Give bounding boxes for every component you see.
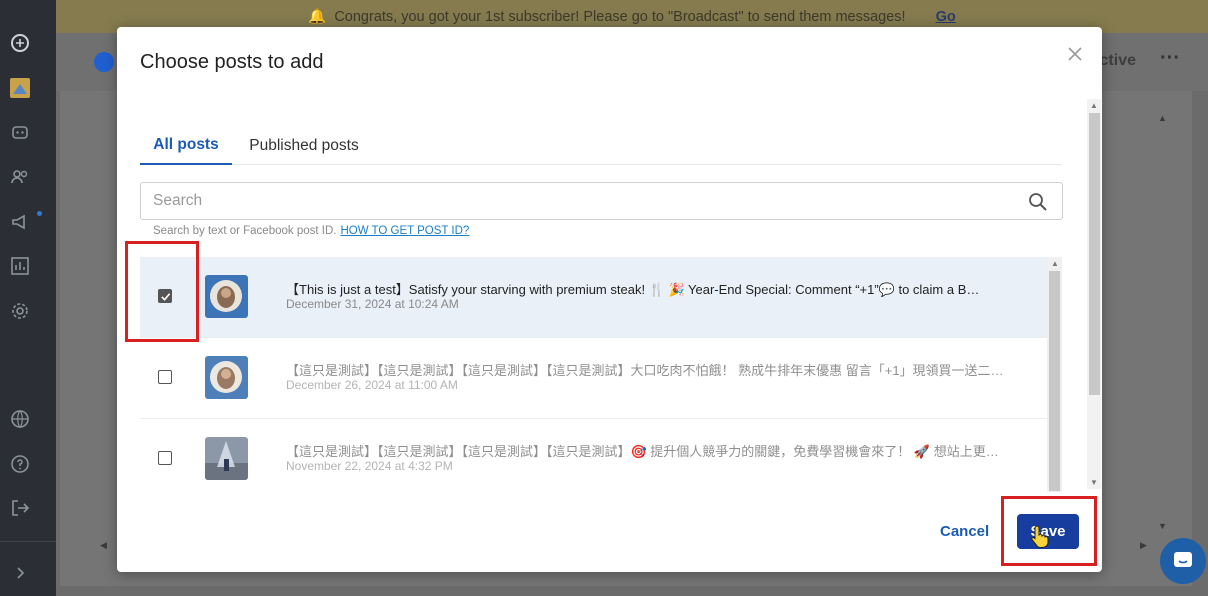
post-text: 【這只是測試】【這只是測試】【這只是測試】【這只是測試】大口吃肉不怕餓！ 熟成牛… bbox=[286, 363, 1004, 378]
bg-scroll-right-icon: ▶ bbox=[1140, 540, 1147, 550]
post-row[interactable]: 【這只是測試】【這只是測試】【這只是測試】【這只是測試】大口吃肉不怕餓！ 熟成牛… bbox=[140, 338, 1047, 419]
notification-dot bbox=[37, 211, 42, 216]
post-text: 【這只是測試】【這只是測試】【這只是測試】【這只是測試】🎯 提升個人競爭力的關鍵… bbox=[286, 444, 999, 459]
choose-posts-modal: Choose posts to add ▲ ▼ All posts Publis… bbox=[117, 27, 1102, 572]
more-options-icon[interactable]: ··· bbox=[1160, 47, 1180, 70]
tab-all-posts[interactable]: All posts bbox=[140, 127, 232, 165]
expand-icon[interactable] bbox=[9, 562, 31, 584]
bg-scroll-down-icon: ▼ bbox=[1158, 521, 1167, 531]
close-button[interactable] bbox=[1064, 43, 1086, 65]
post-date: November 22, 2024 at 4:32 PM bbox=[286, 459, 453, 473]
banner-go-link[interactable]: Go bbox=[936, 9, 956, 25]
analytics-icon[interactable] bbox=[9, 255, 31, 277]
broadcast-icon[interactable] bbox=[9, 211, 31, 233]
modal-title: Choose posts to add bbox=[140, 51, 324, 73]
post-text: 【This is just a test】Satisfy your starvi… bbox=[286, 282, 980, 297]
save-highlight-box bbox=[1001, 496, 1097, 566]
search-box bbox=[140, 182, 1063, 220]
logout-icon[interactable] bbox=[9, 497, 31, 519]
logo-icon[interactable] bbox=[9, 32, 31, 54]
app-sidebar bbox=[0, 0, 56, 596]
users-icon[interactable] bbox=[9, 166, 31, 188]
list-scroll-thumb[interactable] bbox=[1049, 271, 1060, 491]
post-date: December 31, 2024 at 10:24 AM bbox=[286, 297, 459, 311]
bg-scroll-up-icon: ▲ bbox=[1158, 113, 1167, 123]
post-tabs: All posts Published posts bbox=[140, 127, 1062, 165]
status-active-text: ctive bbox=[1099, 52, 1136, 69]
globe-icon[interactable] bbox=[9, 408, 31, 430]
messenger-icon bbox=[94, 52, 114, 72]
modal-scroll-thumb[interactable] bbox=[1089, 113, 1100, 395]
help-icon[interactable] bbox=[9, 453, 31, 475]
banner-message: Congrats, you got your 1st subscriber! P… bbox=[334, 8, 906, 25]
search-help: Search by text or Facebook post ID. HOW T… bbox=[153, 225, 469, 237]
search-icon[interactable] bbox=[1028, 192, 1048, 212]
chat-icon bbox=[1174, 552, 1192, 567]
list-scroll-up-icon[interactable]: ▲ bbox=[1051, 259, 1059, 268]
post-checkbox[interactable] bbox=[158, 370, 172, 384]
post-thumbnail bbox=[205, 275, 248, 318]
scroll-up-icon[interactable]: ▲ bbox=[1090, 101, 1098, 110]
avatar-icon[interactable] bbox=[9, 77, 31, 99]
checkbox-highlight-box bbox=[125, 241, 199, 342]
close-icon bbox=[1068, 47, 1082, 61]
bg-scroll-left-icon: ◀ bbox=[100, 540, 107, 550]
scroll-down-icon[interactable]: ▼ bbox=[1090, 478, 1098, 487]
search-help-text: Search by text or Facebook post ID. bbox=[153, 225, 337, 237]
bell-icon: 🔔 bbox=[308, 9, 327, 25]
post-checkbox[interactable] bbox=[158, 451, 172, 465]
post-thumbnail bbox=[205, 356, 248, 399]
sidebar-divider bbox=[0, 541, 56, 542]
post-thumbnail bbox=[205, 437, 248, 480]
post-row[interactable]: 【這只是測試】【這只是測試】【這只是測試】【這只是測試】🎯 提升個人競爭力的關鍵… bbox=[140, 419, 1047, 492]
settings-icon[interactable] bbox=[9, 300, 31, 322]
post-date: December 26, 2024 at 11:00 AM bbox=[286, 378, 458, 392]
chat-bubble-button[interactable] bbox=[1160, 538, 1206, 584]
post-row[interactable]: 【This is just a test】Satisfy your starvi… bbox=[140, 257, 1047, 338]
post-list: 【This is just a test】Satisfy your starvi… bbox=[140, 257, 1062, 492]
hand-cursor-icon bbox=[1031, 525, 1049, 548]
bot-icon[interactable] bbox=[9, 121, 31, 143]
tab-published-posts[interactable]: Published posts bbox=[239, 127, 369, 165]
how-to-get-post-id-link[interactable]: HOW TO GET POST ID? bbox=[340, 225, 469, 237]
cancel-button[interactable]: Cancel bbox=[940, 517, 989, 545]
post-list-scrollbar[interactable]: ▲ bbox=[1047, 257, 1062, 492]
search-input[interactable] bbox=[153, 183, 1013, 219]
modal-scrollbar[interactable]: ▲ ▼ bbox=[1087, 99, 1101, 489]
